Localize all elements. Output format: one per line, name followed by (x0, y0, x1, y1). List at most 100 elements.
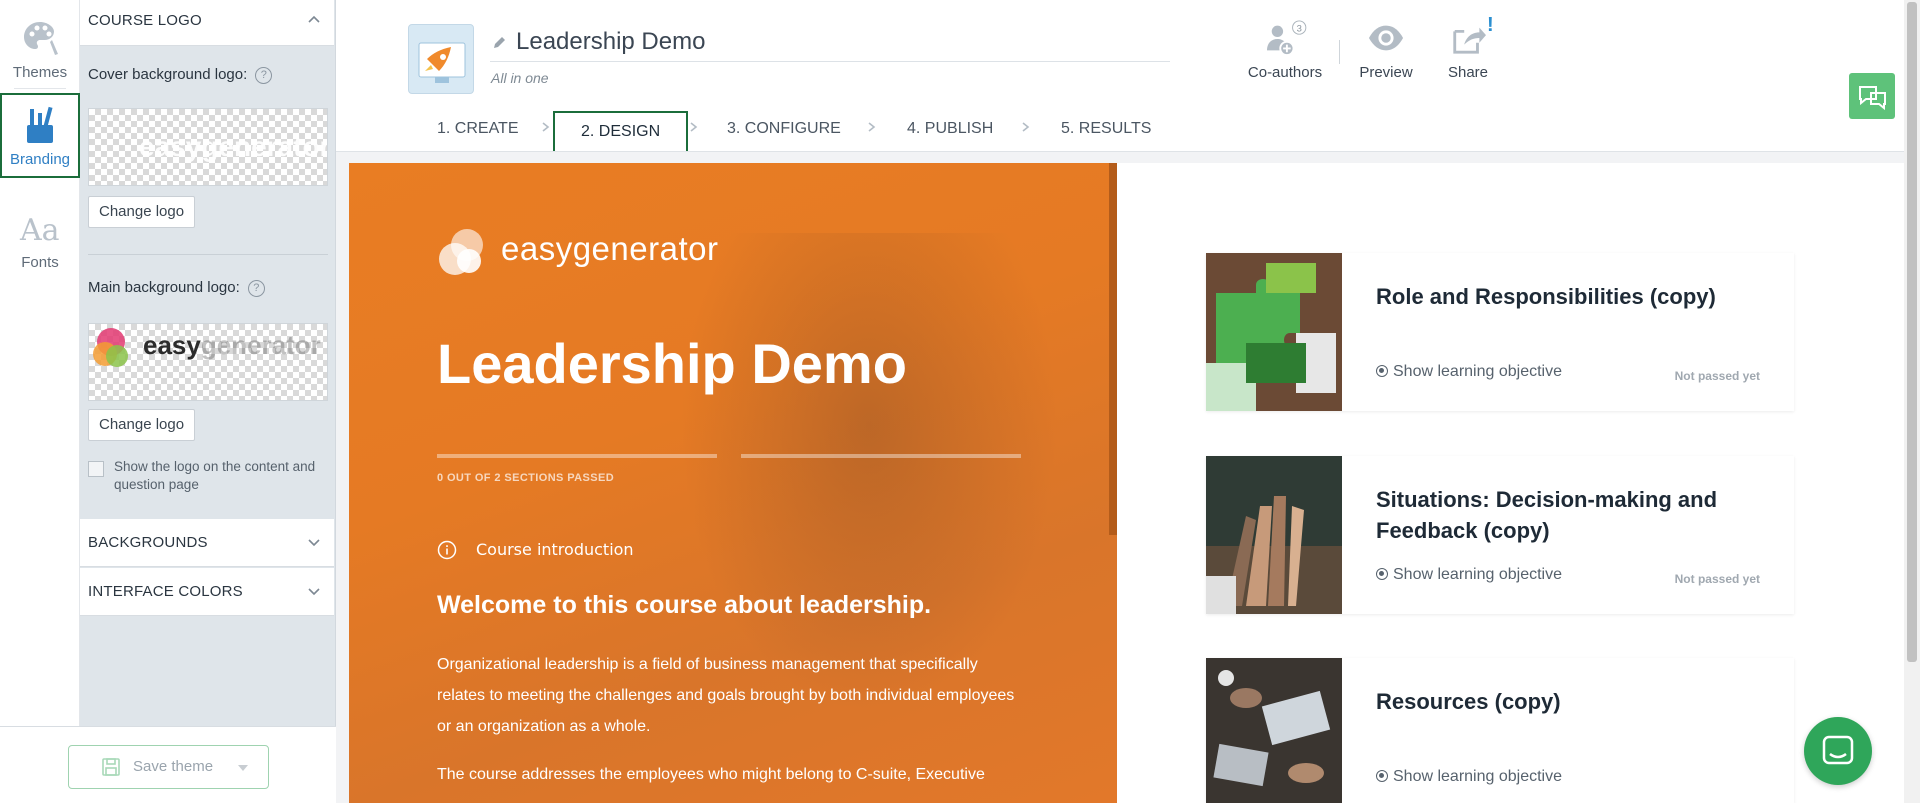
section-card[interactable]: Resources (copy) Show learning objective (1206, 658, 1794, 803)
meeting-image (1206, 658, 1342, 803)
section-backgrounds[interactable]: BACKGROUNDS (80, 519, 334, 567)
rail-item-fonts[interactable]: Aa Fonts (0, 196, 80, 278)
caret-down-icon[interactable] (238, 765, 248, 771)
show-objective-label: Show learning objective (1393, 566, 1562, 583)
show-objective-link[interactable]: Show learning objective (1376, 768, 1562, 786)
feedback-tab[interactable] (1849, 73, 1895, 119)
tab-publish[interactable]: 4. PUBLISH (907, 120, 993, 138)
rocket-icon (418, 42, 466, 83)
left-rail: Themes Branding Aa Fonts (0, 0, 80, 803)
target-icon (1376, 365, 1388, 377)
section-interface-colors[interactable]: INTERFACE COLORS (80, 568, 334, 616)
palette-icon (24, 22, 58, 55)
section-card[interactable]: Situations: Decision-making and Feedback… (1206, 456, 1794, 614)
section-title: Role and Responsibilities (copy) (1376, 284, 1716, 309)
puzzle-image (1206, 253, 1342, 411)
chevron-right-icon (690, 122, 698, 132)
tab-create[interactable]: 1. CREATE (437, 120, 519, 138)
show-logo-checkbox[interactable] (88, 461, 104, 477)
main-logo-label-text: Main background logo: (88, 279, 240, 296)
course-introduction-link[interactable]: Course introduction (476, 540, 634, 559)
coauthors-count: 3 (1297, 23, 1302, 34)
rail-item-themes[interactable]: Themes (0, 6, 80, 88)
cover-scrollbar[interactable] (1109, 163, 1117, 535)
save-theme-button[interactable]: Save theme (68, 745, 269, 789)
svg-text:Aa: Aa (19, 213, 60, 248)
intro-paragraph: The course addresses the employees who m… (437, 766, 985, 783)
section-status: Not passed yet (1674, 369, 1760, 383)
preview-button[interactable]: Preview (1352, 20, 1420, 81)
welcome-heading: Welcome to this course about leadership. (437, 591, 932, 619)
coauthors-label: Co-authors (1247, 64, 1323, 81)
chevron-right-icon (542, 122, 550, 132)
show-objective-label: Show learning objective (1393, 363, 1562, 380)
page-scrollbar-thumb[interactable] (1907, 2, 1917, 662)
progress-text: 0 OUT OF 2 SECTIONS PASSED (437, 472, 615, 484)
section-backgrounds-label: BACKGROUNDS (88, 534, 208, 551)
main-logo-label: Main background logo:? (88, 279, 265, 297)
change-cover-logo-button[interactable]: Change logo (88, 196, 196, 228)
tab-results[interactable]: 5. RESULTS (1061, 120, 1151, 138)
brushes-icon (27, 106, 53, 143)
rail-item-branding[interactable]: Branding (0, 93, 80, 178)
course-thumbnail[interactable] (408, 24, 474, 94)
cover-logo-label-text: Cover background logo: (88, 66, 248, 83)
chevron-up-icon (308, 15, 320, 23)
rail-label-themes: Themes (12, 64, 68, 81)
section-course-logo-label: COURSE LOGO (88, 12, 202, 29)
show-objective-link[interactable]: Show learning objective (1376, 363, 1562, 381)
pencil-icon[interactable] (492, 36, 506, 50)
coauthors-icon: 3 (1267, 20, 1307, 56)
header-divider (1339, 40, 1340, 64)
main-logo-image: easygenerator (143, 330, 321, 361)
show-objective-link[interactable]: Show learning objective (1376, 566, 1562, 584)
brand-logo-mark (439, 229, 483, 275)
chevron-right-icon (868, 122, 876, 132)
chevron-right-icon (1022, 122, 1030, 132)
rail-label-fonts: Fonts (21, 254, 59, 271)
main-logo-word-2: generator (200, 330, 321, 360)
target-icon (1376, 770, 1388, 782)
share-alert-badge: ! (1487, 14, 1494, 36)
preview-course-title: Leadership Demo (437, 332, 907, 395)
chat-icon (1822, 735, 1854, 765)
target-icon (1376, 568, 1388, 580)
section-card[interactable]: Role and Responsibilities (copy) Show le… (1206, 253, 1794, 411)
share-icon (1453, 27, 1486, 54)
support-chat-button[interactable] (1804, 717, 1872, 785)
course-subtitle[interactable]: All in one (491, 70, 549, 86)
tab-configure[interactable]: 3. CONFIGURE (727, 120, 841, 138)
chevron-down-icon (308, 539, 320, 547)
coauthors-button[interactable]: 3 Co-authors (1243, 20, 1327, 81)
rail-label-branding: Branding (9, 151, 71, 168)
help-icon[interactable]: ? (247, 279, 265, 297)
share-label: Share (1447, 64, 1489, 81)
section-status: Not passed yet (1674, 572, 1760, 586)
cover-logo-word-1: easy (139, 131, 202, 162)
page-scrollbar[interactable] (1904, 0, 1920, 803)
font-icon: Aa (19, 213, 60, 248)
section-thumbnail (1206, 456, 1342, 614)
branding-panel: COURSE LOGO Cover background logo:? easy… (80, 0, 336, 803)
chevron-down-icon (308, 588, 320, 596)
main-logo-preview: easygenerator (88, 323, 328, 401)
show-objective-label: Show learning objective (1393, 768, 1562, 785)
section-progress-bar (437, 454, 717, 458)
change-main-logo-button[interactable]: Change logo (88, 409, 196, 441)
section-course-logo[interactable]: COURSE LOGO (80, 0, 334, 46)
title-underline (490, 61, 1170, 62)
section-title: Situations: Decision-making and Feedback… (1376, 487, 1718, 543)
cover-logo-image: easygenerator (139, 131, 328, 163)
help-icon[interactable]: ? (255, 66, 273, 84)
cover-logo-label: Cover background logo:? (88, 66, 273, 84)
high-five-image (1206, 456, 1342, 614)
tab-design-label: 2. DESIGN (581, 123, 661, 140)
rail-divider (14, 88, 66, 89)
cover-logo-word-2: generator (201, 131, 328, 162)
section-thumbnail (1206, 658, 1342, 803)
cover-background-image (679, 233, 1059, 713)
brand-name: easygenerator (501, 230, 719, 267)
intro-paragraph: Organizational leadership is a field of … (437, 656, 1015, 735)
course-title[interactable]: Leadership Demo (516, 28, 705, 56)
section-interface-colors-label: INTERFACE COLORS (88, 583, 243, 600)
